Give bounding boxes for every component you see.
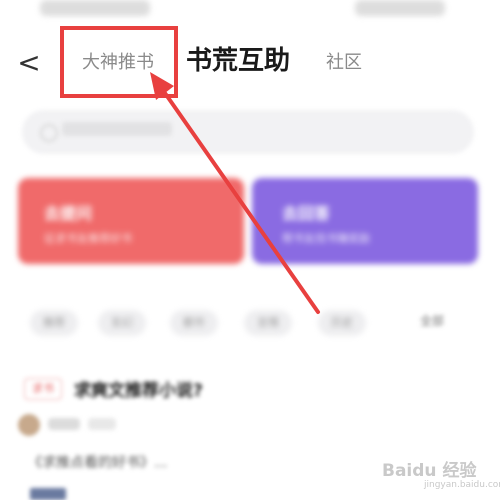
annotation-arrow [150, 72, 320, 314]
watermark-logo: Baidu 经验 jingyan.baidu.com [376, 446, 500, 496]
watermark-text: Baidu 经验 [382, 461, 477, 481]
watermark-subtext: jingyan.baidu.com [424, 480, 500, 490]
